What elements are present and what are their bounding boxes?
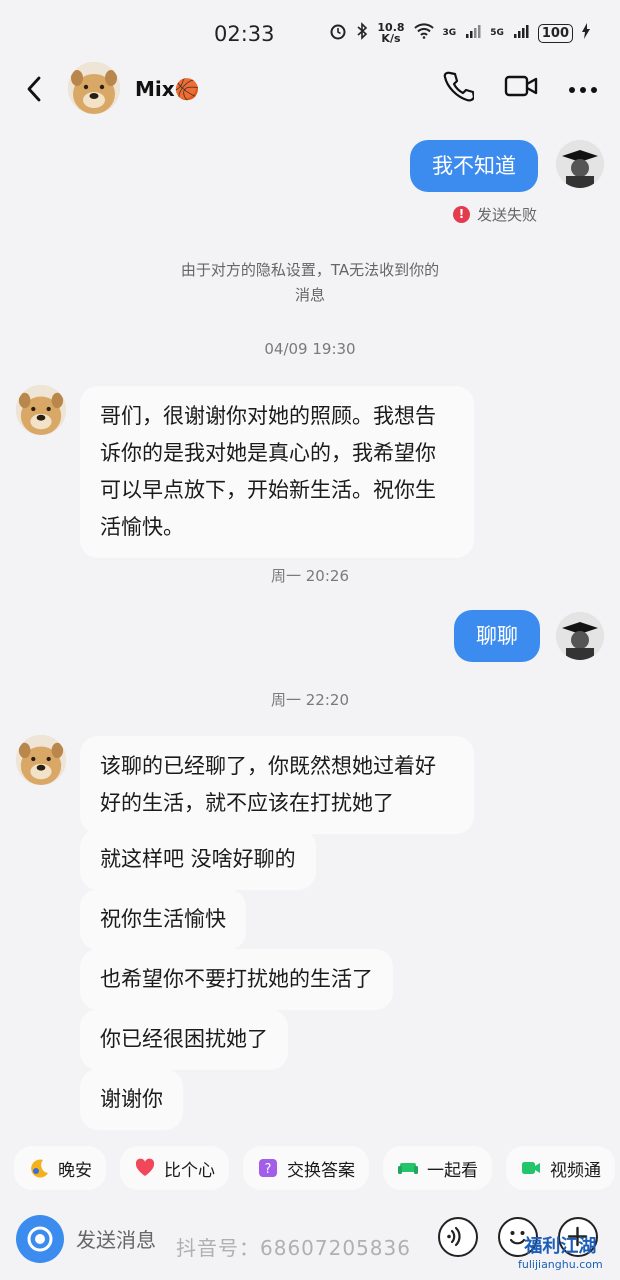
wifi-icon (413, 23, 434, 43)
battery-level: 100 (537, 23, 573, 43)
incoming-message[interactable]: 哥们，很谢谢你对她的照顾。我想告诉你的是我对她是真心的，我希望你可以早点放下，开… (80, 386, 474, 558)
chevron-left-icon (27, 76, 41, 102)
voice-wave-icon (447, 1226, 461, 1247)
header-actions (442, 70, 598, 106)
status-icons: 10.8 K/s 3G 5G 100 (329, 22, 590, 44)
signal-bars-icon-2 (513, 23, 529, 43)
contact-name[interactable]: Mix🏀 (135, 77, 200, 101)
alarm-icon (329, 22, 347, 44)
status-time: 02:33 (214, 22, 275, 46)
signal-label-1: 3G (442, 28, 457, 38)
privacy-notice: 由于对方的隐私设置，TA无法收到你的 消息 (180, 261, 440, 304)
back-button[interactable] (22, 72, 46, 106)
error-icon: ! (453, 206, 470, 223)
bluetooth-icon (356, 22, 368, 44)
message-input[interactable]: 发送消息 (76, 1224, 156, 1253)
sofa-icon (398, 1163, 418, 1174)
more-icon[interactable] (568, 79, 598, 98)
chip-heart[interactable]: 比个心 (120, 1146, 229, 1190)
question-icon: ? (259, 1159, 277, 1177)
send-failed-label: 发送失败 (477, 206, 538, 224)
camera-button[interactable] (16, 1215, 64, 1263)
timestamp: 周一 22:20 (271, 691, 349, 709)
charging-icon (582, 23, 590, 43)
video-icon (522, 1162, 540, 1174)
incoming-message[interactable]: 谢谢你 (80, 1069, 183, 1130)
svg-text:?: ? (265, 1162, 272, 1177)
video-call-icon[interactable] (504, 72, 538, 104)
send-failed-status[interactable]: ! 发送失败 (453, 204, 537, 225)
voice-button[interactable] (438, 1217, 478, 1257)
heart-icon (135, 1158, 155, 1176)
incoming-message[interactable]: 也希望你不要打扰她的生活了 (80, 949, 393, 1010)
incoming-message[interactable]: 该聊的已经聊了，你既然想她过着好好的生活，就不应该在打扰她了 (80, 736, 474, 834)
douyin-watermark: 抖音号：68607205836 (176, 1236, 411, 1260)
contact-avatar[interactable] (68, 62, 120, 114)
camera-icon (27, 1226, 53, 1252)
signal-bars-icon (465, 23, 481, 43)
phone-call-icon[interactable] (442, 70, 476, 106)
timestamp: 04/09 19:30 (264, 340, 356, 358)
net-speed: 10.8 K/s (377, 21, 405, 45)
site-logo: 福利江湖 fulijianghu.com (518, 1236, 603, 1271)
chip-good-night[interactable]: 晚安 (14, 1146, 106, 1190)
incoming-message[interactable]: 祝你生活愉快 (80, 889, 246, 950)
contact-message-avatar[interactable] (16, 735, 66, 785)
incoming-message[interactable]: 你已经很困扰她了 (80, 1009, 288, 1070)
quick-reply-chips: 晚安 比个心 ? 交换答案 一起看 视频通 (14, 1146, 615, 1190)
signal-label-2: 5G (490, 28, 504, 38)
contact-message-avatar[interactable] (16, 385, 66, 435)
my-avatar[interactable] (556, 612, 604, 660)
incoming-message[interactable]: 就这样吧 没啥好聊的 (80, 829, 316, 890)
outgoing-message[interactable]: 聊聊 (454, 610, 540, 662)
moon-icon (31, 1159, 48, 1178)
chip-exchange-answers[interactable]: ? 交换答案 (243, 1146, 369, 1190)
chip-watch-together[interactable]: 一起看 (383, 1146, 492, 1190)
outgoing-message[interactable]: 我不知道 (410, 140, 538, 192)
chip-video-call[interactable]: 视频通 (506, 1146, 615, 1190)
timestamp: 周一 20:26 (271, 567, 349, 585)
my-avatar[interactable] (556, 140, 604, 188)
